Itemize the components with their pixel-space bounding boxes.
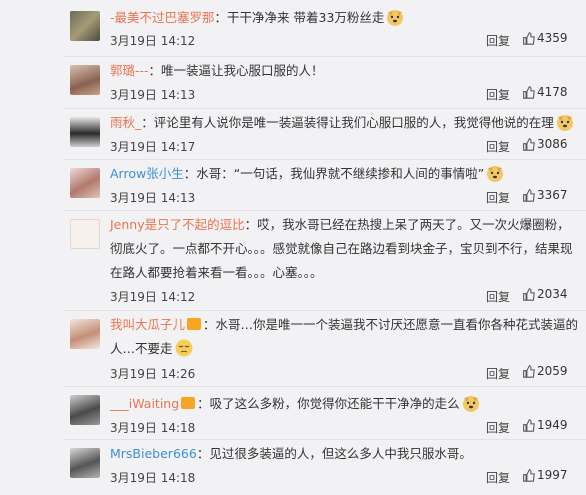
- like-button[interactable]: 2034: [522, 287, 568, 301]
- reply-button[interactable]: 回复: [486, 469, 510, 486]
- comment-text: ：见过很多装逼的人，但这么多人中我只服水哥。: [196, 446, 472, 461]
- comment-date: 3月19日: [110, 140, 157, 154]
- comment-username[interactable]: Arrow张小生: [110, 166, 184, 181]
- avatar[interactable]: [70, 117, 100, 147]
- avatar[interactable]: [70, 448, 100, 478]
- comment-item: 雨秋_：评论里有人说你是唯一装逼装得让我们心服口服的人，我觉得他说的在理 3月1…: [0, 109, 586, 159]
- comment-date: 3月19日: [110, 34, 157, 48]
- comment-username[interactable]: MrsBieber666: [110, 446, 197, 461]
- avatar[interactable]: [70, 319, 100, 349]
- comment-item: 我叫大瓜子儿 ：水哥…你是唯一一个装逼我不讨厌还愿意一直看你各种花式装逼的人…不要…: [0, 311, 586, 386]
- reply-button[interactable]: 回复: [486, 365, 510, 382]
- reply-button[interactable]: 回复: [486, 419, 510, 436]
- thumbs-up-icon: [523, 468, 535, 482]
- reply-button[interactable]: 回复: [486, 189, 510, 206]
- comment-time: 14:12: [160, 290, 196, 304]
- comment-time: 14:13: [160, 191, 196, 205]
- doge-emoji-icon: [556, 115, 573, 131]
- reply-button[interactable]: 回复: [486, 288, 510, 305]
- thumbs-up-icon: [523, 287, 535, 301]
- comment-username[interactable]: 雨秋_: [110, 115, 141, 130]
- like-button[interactable]: 3367: [522, 188, 568, 202]
- avatar[interactable]: [70, 395, 100, 425]
- like-button[interactable]: 2059: [522, 364, 568, 378]
- comment-text: ：干干净净来 带着33万粉丝走: [214, 10, 385, 25]
- comment-text: ：评论里有人说你是唯一装逼装得让我们心服口服的人，我觉得他说的在理: [141, 115, 554, 130]
- thumbs-up-icon: [523, 418, 535, 432]
- comment-date: 3月19日: [110, 421, 157, 435]
- comment-item: 郭璐---：唯一装逼让我心服口服的人！ 3月19日 14:13 回复 4178: [0, 57, 586, 108]
- sad-emoji-icon: [175, 339, 193, 357]
- like-count: 3086: [537, 137, 568, 151]
- comment-username[interactable]: Jenny是只了不起的逗比: [110, 217, 245, 232]
- like-count: 2034: [537, 287, 568, 301]
- thumbs-up-icon: [523, 364, 535, 378]
- comment-date: 3月19日: [110, 290, 157, 304]
- comment-date: 3月19日: [110, 471, 157, 485]
- comment-text: ：水哥：“一句话，我仙界就不继续掺和人间的事情啦”: [183, 166, 485, 181]
- comment-item: ___iWaiting ：吸了这么多粉，你觉得你还能干干净净的走么 3月19日 1…: [0, 387, 586, 439]
- like-button[interactable]: 1949: [522, 418, 568, 432]
- comment-username[interactable]: ___iWaiting: [110, 396, 179, 411]
- reply-button[interactable]: 回复: [486, 138, 510, 155]
- thumbs-up-icon: [523, 31, 535, 45]
- avatar[interactable]: [70, 168, 100, 198]
- like-count: 3367: [537, 188, 568, 202]
- comment-date: 3月19日: [110, 88, 157, 102]
- like-button[interactable]: 4359: [522, 31, 568, 45]
- like-count: 4178: [537, 85, 568, 99]
- comment-list: -最美不过巴塞罗那：干干净净来 带着33万粉丝走 3月19日 14:12 回复 …: [0, 0, 586, 495]
- comment-username[interactable]: 郭璐---: [110, 63, 149, 78]
- like-count: 2059: [537, 364, 568, 378]
- comment-time: 14:26: [160, 367, 196, 381]
- comment-item: MrsBieber666：见过很多装逼的人，但这么多人中我只服水哥。 3月19日…: [0, 440, 586, 495]
- reply-button[interactable]: 回复: [486, 32, 510, 49]
- comment-text: ：吸了这么多粉，你觉得你还能干干净净的走么: [197, 396, 460, 411]
- vip-badge-icon: [187, 318, 202, 330]
- avatar[interactable]: [70, 65, 100, 95]
- comment-item: Jenny是只了不起的逗比：哎，我水哥已经在热搜上呆了两天了。又一次火爆圈粉，彻…: [0, 211, 586, 310]
- comment-username[interactable]: -最美不过巴塞罗那: [110, 10, 215, 25]
- doge-emoji-icon: [487, 166, 504, 182]
- comment-time: 14:13: [160, 88, 196, 102]
- like-count: 4359: [537, 31, 568, 45]
- comment-date: 3月19日: [110, 191, 157, 205]
- like-button[interactable]: 4178: [522, 85, 568, 99]
- reply-button[interactable]: 回复: [486, 86, 510, 103]
- avatar[interactable]: [70, 11, 100, 41]
- thumbs-up-icon: [523, 85, 535, 99]
- like-count: 1949: [537, 418, 568, 432]
- doge-emoji-icon: [387, 10, 404, 26]
- thumbs-up-icon: [523, 137, 535, 151]
- like-button[interactable]: 1997: [522, 468, 568, 482]
- comment-time: 14:12: [160, 34, 196, 48]
- doge-emoji-icon: [462, 396, 479, 412]
- comment-item: -最美不过巴塞罗那：干干净净来 带着33万粉丝走 3月19日 14:12 回复 …: [0, 0, 586, 56]
- like-count: 1997: [537, 468, 568, 482]
- comment-text: ：唯一装逼让我心服口服的人！: [148, 63, 324, 78]
- comment-date: 3月19日: [110, 367, 157, 381]
- comment-item: Arrow张小生：水哥：“一句话，我仙界就不继续掺和人间的事情啦” 3月19日 …: [0, 160, 586, 210]
- comment-username[interactable]: 我叫大瓜子儿: [110, 317, 185, 332]
- comment-time: 14:17: [160, 140, 196, 154]
- thumbs-up-icon: [523, 188, 535, 202]
- avatar[interactable]: [70, 219, 100, 249]
- vip-badge-icon: [181, 397, 196, 409]
- like-button[interactable]: 3086: [522, 137, 568, 151]
- comment-time: 14:18: [160, 471, 196, 485]
- comment-time: 14:18: [160, 421, 196, 435]
